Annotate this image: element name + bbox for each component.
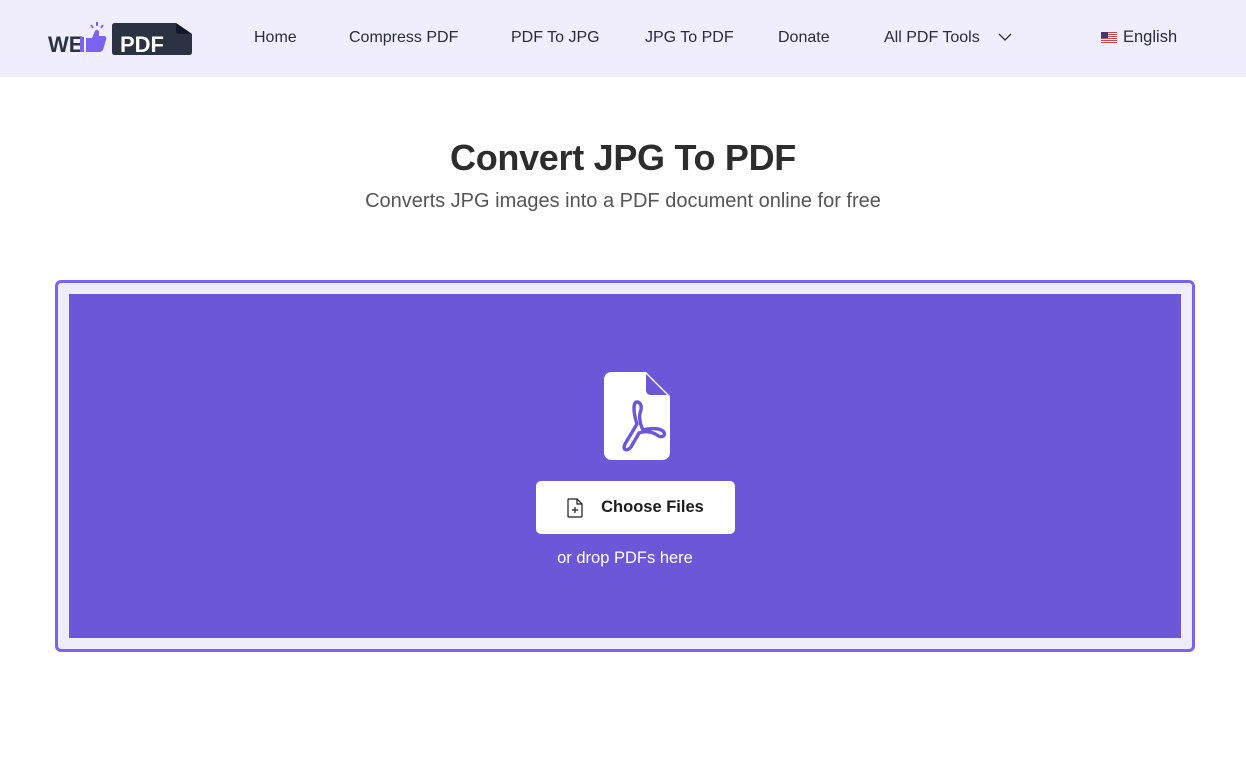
us-flag-icon <box>1101 32 1117 43</box>
nav-home[interactable]: Home <box>254 28 297 48</box>
nav-pdf-to-jpg[interactable]: PDF To JPG <box>511 28 600 48</box>
page-subtitle: Converts JPG images into a PDF document … <box>365 190 881 212</box>
drop-hint-text: or drop PDFs here <box>557 549 693 567</box>
nav-all-pdf-tools[interactable]: All PDF Tools <box>884 28 980 48</box>
choose-files-button[interactable]: Choose Files <box>536 481 735 534</box>
svg-text:WE: WE <box>48 32 83 56</box>
choose-files-label: Choose Files <box>601 498 704 516</box>
pdf-file-icon <box>604 372 670 460</box>
nav-donate[interactable]: Donate <box>778 28 830 48</box>
upload-dropzone[interactable]: Choose Files or drop PDFs here <box>55 280 1195 652</box>
language-label: English <box>1123 28 1178 46</box>
nav-compress-pdf[interactable]: Compress PDF <box>349 28 458 48</box>
language-selector[interactable]: English <box>1101 28 1177 47</box>
navbar: WE PDF Home Compress PDF PDF To JPG JPG … <box>0 0 1246 77</box>
file-add-icon <box>567 497 583 518</box>
nav-jpg-to-pdf[interactable]: JPG To PDF <box>645 28 734 48</box>
chevron-down-icon[interactable] <box>998 32 1012 42</box>
svg-text:PDF: PDF <box>120 32 164 56</box>
page-title: Convert JPG To PDF <box>450 137 796 178</box>
wepdf-logo[interactable]: WE PDF <box>48 22 194 56</box>
dropzone-area[interactable]: Choose Files or drop PDFs here <box>69 294 1181 638</box>
